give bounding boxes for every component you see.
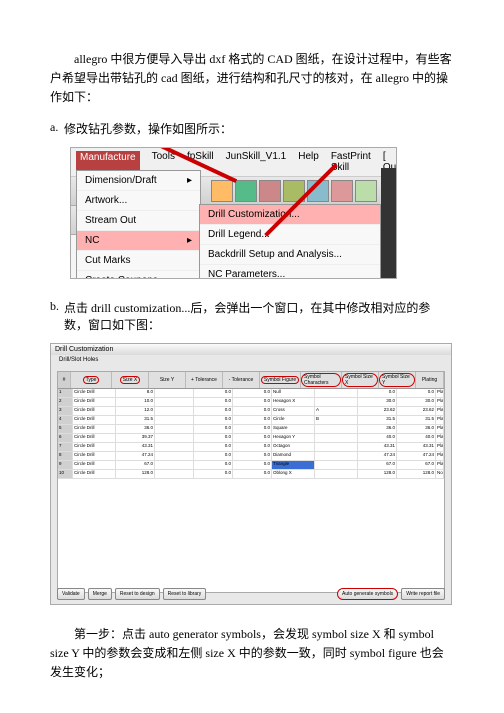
col-symfig: Symbol Figure	[260, 372, 301, 388]
window-title: Drill Customization	[51, 344, 451, 355]
menu-item-dimension[interactable]: Dimension/Draft▸	[77, 171, 200, 191]
toolbar-icon[interactable]	[259, 180, 281, 202]
menu-item-nc[interactable]: NC▸	[77, 231, 200, 251]
table-row[interactable]: 2Circle Drill10.00.00.0Hexagon X30.030.0…	[58, 398, 444, 407]
table-row[interactable]: 5Circle Drill36.00.00.0Square36.036.0Pla…	[58, 425, 444, 434]
footer-note: 第一步：点击 auto generator symbols，会发现 symbol…	[50, 625, 454, 683]
table-row[interactable]: 10Circle Drill128.00.00.0Oblong X128.012…	[58, 470, 444, 479]
toolbar-icon[interactable]	[331, 180, 353, 202]
table-row[interactable]: 8Circle Drill47.240.00.0Diamond47.2447.2…	[58, 452, 444, 461]
col-symsx: Symbol Size X	[342, 372, 379, 388]
button-row-right: Auto generate symbols Write report file	[337, 588, 445, 600]
dark-background	[381, 168, 396, 278]
toolbar-icon[interactable]	[211, 180, 233, 202]
btn-validate[interactable]: Validate	[57, 588, 85, 600]
btn-merge[interactable]: Merge	[88, 588, 112, 600]
menu-item-coupons[interactable]: Create Coupons...	[77, 271, 200, 279]
list-a-content: 修改钻孔参数，操作如图所示：	[64, 120, 454, 137]
submenu-nc-params[interactable]: NC Parameters...	[200, 265, 380, 279]
table-row[interactable]: 9Circle Drill67.00.00.0Triangle67.067.0P…	[58, 461, 444, 470]
col-symchar: Symbol Characters	[301, 372, 342, 388]
col-idx: #	[58, 372, 71, 388]
list-marker-b: b.	[50, 299, 59, 314]
toolbar-icon[interactable]	[355, 180, 377, 202]
dropdown-manufacture: Dimension/Draft▸ Artwork... Stream Out N…	[76, 170, 201, 279]
section-label: Drill/Slot Holes	[51, 355, 451, 365]
menu-item-streamout[interactable]: Stream Out	[77, 211, 200, 231]
table-row[interactable]: 4Circle Drill31.50.00.0CircleB31.531.5Pl…	[58, 416, 444, 425]
submenu-backdrill[interactable]: Backdrill Setup and Analysis...	[200, 245, 380, 265]
list-b-content: 点击 drill customization...后，会弹出一个窗口，在其中修改…	[64, 299, 454, 333]
col-mtol: - Tolerance	[223, 372, 260, 388]
button-row-left: Validate Merge Reset to design Reset to …	[57, 588, 206, 600]
menu-help[interactable]: Help	[298, 151, 319, 173]
toolbar-icon[interactable]	[235, 180, 257, 202]
btn-write-report[interactable]: Write report file	[401, 588, 445, 600]
list-marker-a: a.	[50, 120, 58, 135]
table-row[interactable]: 7Circle Drill43.310.00.0Octagon43.3143.3…	[58, 443, 444, 452]
col-ptol: + Tolerance	[186, 372, 223, 388]
col-plating: Plating	[416, 372, 444, 388]
table-header: # Type Size X Size Y + Tolerance - Toler…	[58, 372, 444, 389]
col-symsy: Symbol Size Y	[379, 372, 416, 388]
col-type: Type	[71, 372, 112, 388]
menu-fastprint[interactable]: FastPrint Skill	[331, 151, 371, 173]
intro-paragraph: allegro 中很方便导入导出 dxf 格式的 CAD 图纸，在设计过程中，有…	[50, 50, 454, 108]
menu-item-artwork[interactable]: Artwork...	[77, 191, 200, 211]
btn-reset-library[interactable]: Reset to library	[163, 588, 207, 600]
menu-junskill[interactable]: JunSkill_V1.1	[226, 151, 287, 173]
btn-reset-design[interactable]: Reset to design	[115, 588, 160, 600]
screenshot-menu: Manufacture Tools fpSkill JunSkill_V1.1 …	[70, 147, 397, 279]
table-row[interactable]: 1Circle Drill8.00.00.0Null0.00.0Plated	[58, 389, 444, 398]
screenshot-drill-customization: Drill Customization Drill/Slot Holes # T…	[50, 343, 452, 605]
btn-auto-generate[interactable]: Auto generate symbols	[337, 588, 398, 600]
submenu-drill-legend[interactable]: Drill Legend...	[200, 225, 380, 245]
table-row[interactable]: 6Circle Drill39.370.00.0Hexagon Y40.040.…	[58, 434, 444, 443]
menu-item-cutmarks[interactable]: Cut Marks	[77, 251, 200, 271]
submenu-nc: Drill Customization... Drill Legend... B…	[199, 204, 381, 279]
col-sizex: Size X	[112, 372, 149, 388]
col-sizey: Size Y	[149, 372, 186, 388]
table-row[interactable]: 3Circle Drill12.00.00.0CrossA23.6223.62P…	[58, 407, 444, 416]
